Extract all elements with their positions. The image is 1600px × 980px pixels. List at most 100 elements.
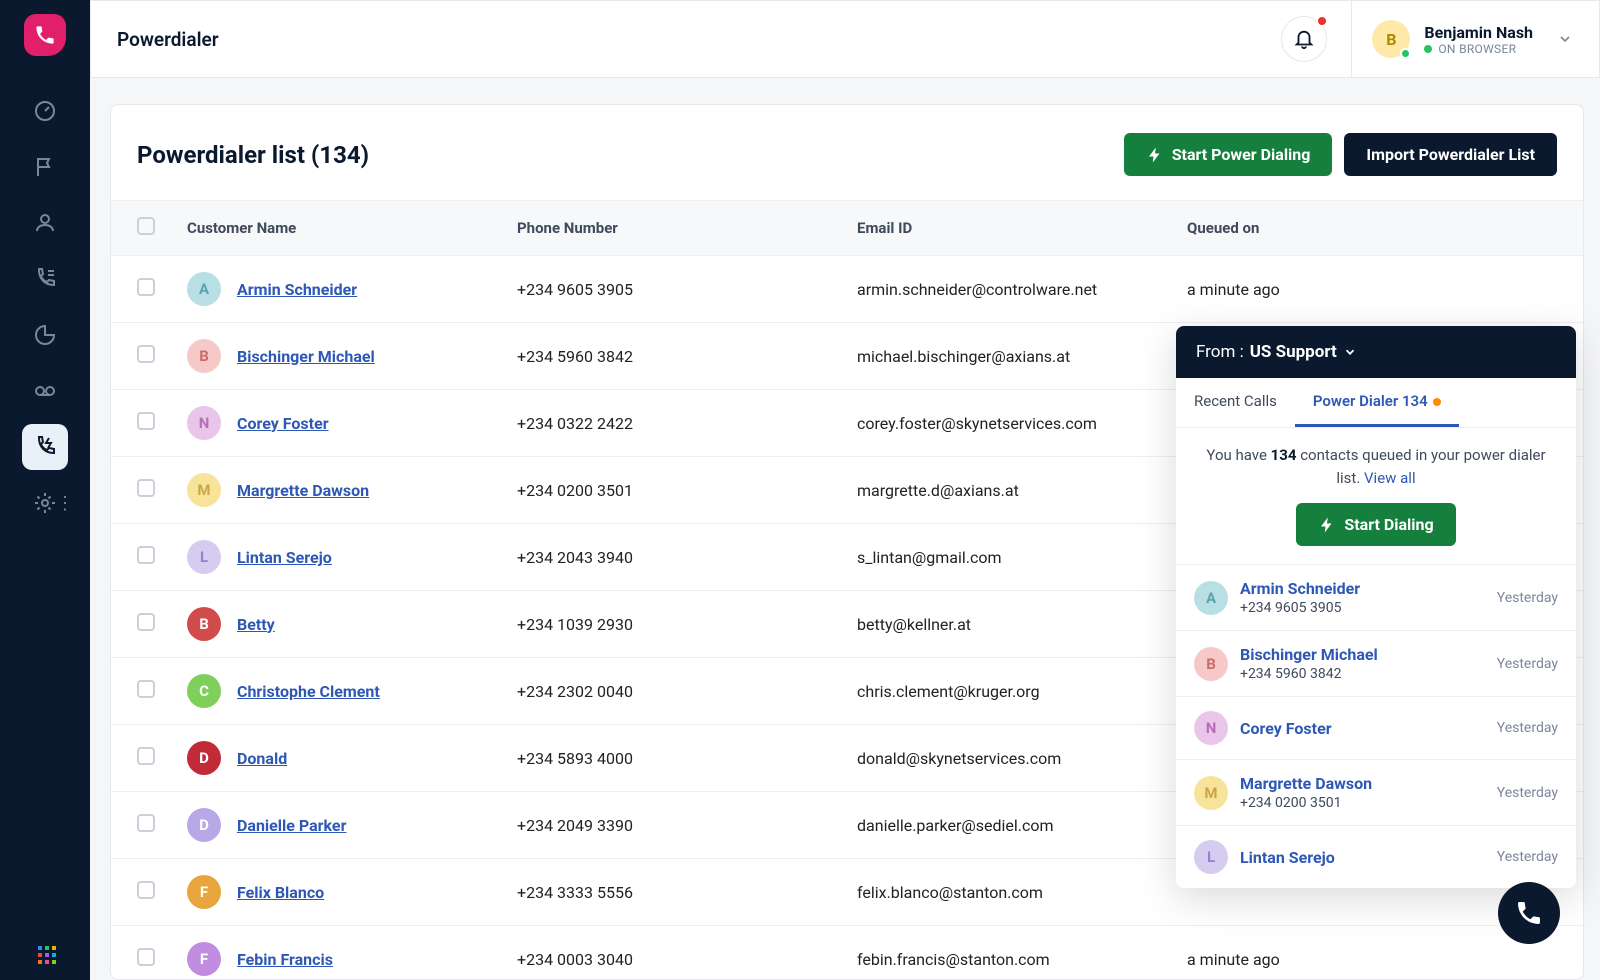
chevron-down-icon bbox=[1343, 345, 1357, 359]
user-avatar: B bbox=[1372, 20, 1410, 58]
import-list-button[interactable]: Import Powerdialer List bbox=[1344, 133, 1557, 176]
contact-email: chris.clement@kruger.org bbox=[857, 682, 1187, 701]
user-menu[interactable]: B Benjamin Nash ON BROWSER bbox=[1351, 0, 1573, 78]
contact-phone: +234 5893 4000 bbox=[517, 749, 857, 768]
contact-email: margrette.d@axians.at bbox=[857, 481, 1187, 500]
online-dot bbox=[1400, 48, 1411, 59]
panel-contact-time: Yesterday bbox=[1497, 590, 1558, 606]
row-checkbox[interactable] bbox=[137, 278, 155, 296]
contact-queued: a minute ago bbox=[1187, 950, 1557, 969]
list-title: Powerdialer list (134) bbox=[137, 141, 369, 169]
contact-phone: +234 9605 3905 bbox=[517, 280, 857, 299]
table-header: Customer Name Phone Number Email ID Queu… bbox=[111, 200, 1583, 256]
row-checkbox[interactable] bbox=[137, 345, 155, 363]
contact-email: febin.francis@stanton.com bbox=[857, 950, 1187, 969]
contact-name-link[interactable]: Felix Blanco bbox=[237, 883, 324, 902]
topbar: Powerdialer B Benjamin Nash ON BROWSER bbox=[90, 0, 1600, 78]
notifications-button[interactable] bbox=[1281, 16, 1327, 62]
contact-phone: +234 0200 3501 bbox=[517, 481, 857, 500]
col-phone-number: Phone Number bbox=[517, 219, 857, 237]
bolt-icon bbox=[1146, 146, 1164, 164]
dialer-panel: From : US Support Recent Calls Power Dia… bbox=[1176, 326, 1576, 888]
view-all-link[interactable]: View all bbox=[1364, 469, 1416, 487]
contact-name-link[interactable]: Danielle Parker bbox=[237, 816, 346, 835]
user-name: Benjamin Nash bbox=[1424, 23, 1533, 42]
col-email-id: Email ID bbox=[857, 219, 1187, 237]
contact-name-link[interactable]: Bischinger Michael bbox=[237, 347, 375, 366]
row-checkbox[interactable] bbox=[137, 680, 155, 698]
apps-grid-icon[interactable] bbox=[38, 946, 56, 964]
contact-avatar: N bbox=[187, 406, 221, 440]
nav-voicemail[interactable] bbox=[22, 368, 68, 414]
row-checkbox[interactable] bbox=[137, 412, 155, 430]
contact-avatar: L bbox=[1194, 840, 1228, 874]
nav-calls[interactable] bbox=[22, 256, 68, 302]
row-checkbox[interactable] bbox=[137, 814, 155, 832]
contact-avatar: D bbox=[187, 741, 221, 775]
row-checkbox[interactable] bbox=[137, 613, 155, 631]
panel-contact-row[interactable]: N Corey Foster Yesterday bbox=[1176, 696, 1576, 759]
panel-contact-phone: +234 0200 3501 bbox=[1240, 795, 1372, 811]
row-checkbox[interactable] bbox=[137, 546, 155, 564]
contact-avatar: N bbox=[1194, 711, 1228, 745]
nav-flag[interactable] bbox=[22, 144, 68, 190]
contact-name-link[interactable]: Febin Francis bbox=[237, 950, 333, 969]
nav-contacts[interactable] bbox=[22, 200, 68, 246]
contact-name-link[interactable]: Christophe Clement bbox=[237, 682, 380, 701]
contact-name-link[interactable]: Armin Schneider bbox=[237, 280, 357, 299]
start-power-dialing-button[interactable]: Start Power Dialing bbox=[1124, 133, 1333, 176]
contact-email: felix.blanco@stanton.com bbox=[857, 883, 1187, 902]
panel-contact-time: Yesterday bbox=[1497, 720, 1558, 736]
panel-from-selector[interactable]: From : US Support bbox=[1176, 326, 1576, 378]
app-logo bbox=[24, 14, 66, 56]
table-row: F Febin Francis +234 0003 3040 febin.fra… bbox=[111, 926, 1583, 980]
contact-name-link[interactable]: Margrette Dawson bbox=[237, 481, 369, 500]
row-checkbox[interactable] bbox=[137, 747, 155, 765]
start-dialing-button[interactable]: Start Dialing bbox=[1296, 503, 1455, 546]
panel-contact-row[interactable]: B Bischinger Michael +234 5960 3842 Yest… bbox=[1176, 630, 1576, 696]
contact-email: corey.foster@skynetservices.com bbox=[857, 414, 1187, 433]
contact-avatar: M bbox=[187, 473, 221, 507]
tab-power-dialer[interactable]: Power Dialer 134 bbox=[1295, 378, 1460, 427]
col-queued-on: Queued on bbox=[1187, 219, 1557, 237]
nav-powerdialer[interactable] bbox=[22, 424, 68, 470]
contact-avatar: A bbox=[1194, 581, 1228, 615]
select-all-checkbox[interactable] bbox=[137, 217, 155, 235]
contact-name-link[interactable]: Betty bbox=[237, 615, 275, 634]
panel-contact-name: Lintan Serejo bbox=[1240, 848, 1335, 867]
contact-avatar: F bbox=[187, 875, 221, 909]
user-status: ON BROWSER bbox=[1438, 42, 1516, 56]
contact-email: armin.schneider@controlware.net bbox=[857, 280, 1187, 299]
contact-avatar: B bbox=[187, 339, 221, 373]
dial-fab[interactable] bbox=[1498, 882, 1560, 944]
list-header: Powerdialer list (134) Start Power Diali… bbox=[111, 105, 1583, 200]
contact-avatar: D bbox=[187, 808, 221, 842]
contact-phone: +234 2043 3940 bbox=[517, 548, 857, 567]
contact-avatar: F bbox=[187, 942, 221, 976]
contact-email: betty@kellner.at bbox=[857, 615, 1187, 634]
contact-name-link[interactable]: Lintan Serejo bbox=[237, 548, 332, 567]
contact-avatar: L bbox=[187, 540, 221, 574]
phone-icon bbox=[1515, 899, 1543, 927]
contact-avatar: A bbox=[187, 272, 221, 306]
panel-contact-row[interactable]: A Armin Schneider +234 9605 3905 Yesterd… bbox=[1176, 564, 1576, 630]
nav-dashboard[interactable] bbox=[22, 88, 68, 134]
contact-phone: +234 0322 2422 bbox=[517, 414, 857, 433]
panel-contact-row[interactable]: M Margrette Dawson +234 0200 3501 Yester… bbox=[1176, 759, 1576, 825]
contact-email: donald@skynetservices.com bbox=[857, 749, 1187, 768]
nav-settings[interactable]: ⋮ bbox=[22, 480, 68, 526]
panel-contact-row[interactable]: L Lintan Serejo Yesterday bbox=[1176, 825, 1576, 888]
panel-contact-time: Yesterday bbox=[1497, 785, 1558, 801]
chevron-down-icon bbox=[1557, 31, 1573, 47]
contact-phone: +234 1039 2930 bbox=[517, 615, 857, 634]
contact-name-link[interactable]: Donald bbox=[237, 749, 287, 768]
nav-reports[interactable] bbox=[22, 312, 68, 358]
row-checkbox[interactable] bbox=[137, 881, 155, 899]
row-checkbox[interactable] bbox=[137, 948, 155, 966]
page-title: Powerdialer bbox=[117, 28, 219, 51]
contact-phone: +234 2049 3390 bbox=[517, 816, 857, 835]
row-checkbox[interactable] bbox=[137, 479, 155, 497]
panel-contact-name: Corey Foster bbox=[1240, 719, 1332, 738]
tab-recent-calls[interactable]: Recent Calls bbox=[1176, 378, 1295, 427]
contact-name-link[interactable]: Corey Foster bbox=[237, 414, 329, 433]
